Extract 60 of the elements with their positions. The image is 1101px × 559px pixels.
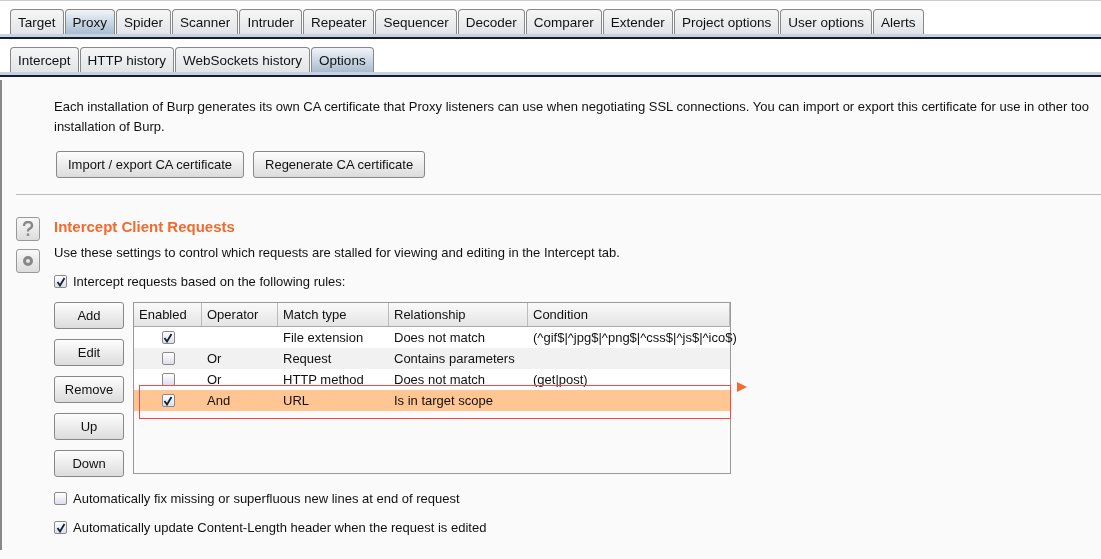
table-row[interactable]: And URL Is in target scope bbox=[134, 390, 730, 411]
checkbox-label: Intercept requests based on the following rules: bbox=[73, 274, 346, 289]
rule-button[interactable]: Up bbox=[54, 413, 124, 440]
checkbox[interactable] bbox=[161, 352, 175, 365]
tab[interactable]: Comparer bbox=[525, 9, 602, 34]
column-header[interactable]: Enabled bbox=[134, 303, 202, 326]
checkbox[interactable] bbox=[54, 275, 67, 288]
checkbox[interactable] bbox=[161, 394, 175, 407]
table-cell-text: HTTP method bbox=[282, 372, 365, 387]
table-cell-text: And bbox=[206, 393, 232, 408]
checkbox[interactable] bbox=[161, 331, 175, 344]
checkbox-label: Automatically update Content-Length header when the request is edited bbox=[73, 520, 487, 535]
tab[interactable]: Target bbox=[10, 9, 64, 34]
checkbox[interactable] bbox=[54, 492, 67, 505]
table-row[interactable]: Or Request Contains parameters bbox=[134, 348, 730, 369]
tab[interactable]: Scanner bbox=[172, 9, 239, 34]
sub-tab[interactable]: HTTP history bbox=[79, 47, 175, 72]
table-cell-text: Or bbox=[206, 351, 223, 366]
checkbox[interactable] bbox=[54, 521, 67, 534]
tab[interactable]: Spider bbox=[116, 9, 172, 34]
table-cell-text: (^gif$|^jpg$|^png$|^css$|^js$|^ico$) bbox=[532, 330, 738, 345]
settings-icon[interactable] bbox=[16, 249, 40, 273]
tab[interactable]: Project options bbox=[673, 9, 780, 34]
table-cell-text: Does not match bbox=[393, 330, 487, 345]
rule-button[interactable]: Remove bbox=[54, 376, 124, 403]
tab[interactable]: Proxy bbox=[64, 9, 116, 34]
column-header[interactable]: Match type bbox=[278, 303, 389, 326]
tab[interactable]: Repeater bbox=[302, 9, 375, 34]
table-cell-text: (get|post) bbox=[532, 372, 589, 387]
checkbox-label: Automatically fix missing or superfluous new lines at end of request bbox=[73, 491, 460, 506]
tab[interactable]: Decoder bbox=[457, 9, 525, 34]
column-header[interactable]: Operator bbox=[202, 303, 278, 326]
sub-tab[interactable]: Intercept bbox=[10, 47, 79, 72]
table-cell-text: URL bbox=[282, 393, 310, 408]
table-cell-text: Contains parameters bbox=[393, 351, 516, 366]
table-cell-text: File extension bbox=[282, 330, 365, 345]
tab[interactable]: Alerts bbox=[873, 9, 924, 34]
help-icon[interactable] bbox=[16, 217, 40, 241]
table-cell-text: Is in target scope bbox=[393, 393, 494, 408]
ca-button[interactable]: Regenerate CA certificate bbox=[253, 151, 426, 178]
rule-button[interactable]: Down bbox=[54, 450, 124, 477]
tab[interactable]: Sequencer bbox=[375, 9, 457, 34]
sub-tab[interactable]: Options bbox=[311, 47, 374, 72]
table-cell-text: Does not match bbox=[393, 372, 487, 387]
tab[interactable]: Intruder bbox=[239, 9, 302, 34]
section-description: Use these settings to control which requests are stalled for viewing and editing in the Intercept tab. bbox=[54, 245, 621, 260]
ca-button[interactable]: Import / export CA certificate bbox=[56, 151, 244, 178]
rule-button[interactable]: Add bbox=[54, 302, 124, 329]
section-title: Intercept Client Requests bbox=[54, 218, 236, 235]
sub-tab[interactable]: WebSockets history bbox=[175, 47, 311, 72]
column-header[interactable]: Condition bbox=[528, 303, 730, 326]
tab[interactable]: User options bbox=[780, 9, 872, 34]
table-row[interactable]: Or HTTP method Does not match (get|post) bbox=[134, 369, 730, 390]
tab[interactable]: Extender bbox=[602, 9, 673, 34]
triangle-marker-icon bbox=[737, 382, 747, 392]
ca-description: Each installation of Burp generates its own CA certificate that Proxy listeners can use when negotiating SSL connections. You can import or export this certificate for use in other too installation of Burp. bbox=[53, 98, 1091, 136]
column-header[interactable]: Relationship bbox=[389, 303, 528, 326]
rule-button[interactable]: Edit bbox=[54, 339, 124, 366]
table-cell-text: Or bbox=[206, 372, 223, 387]
table-cell-text: Request bbox=[282, 351, 333, 366]
